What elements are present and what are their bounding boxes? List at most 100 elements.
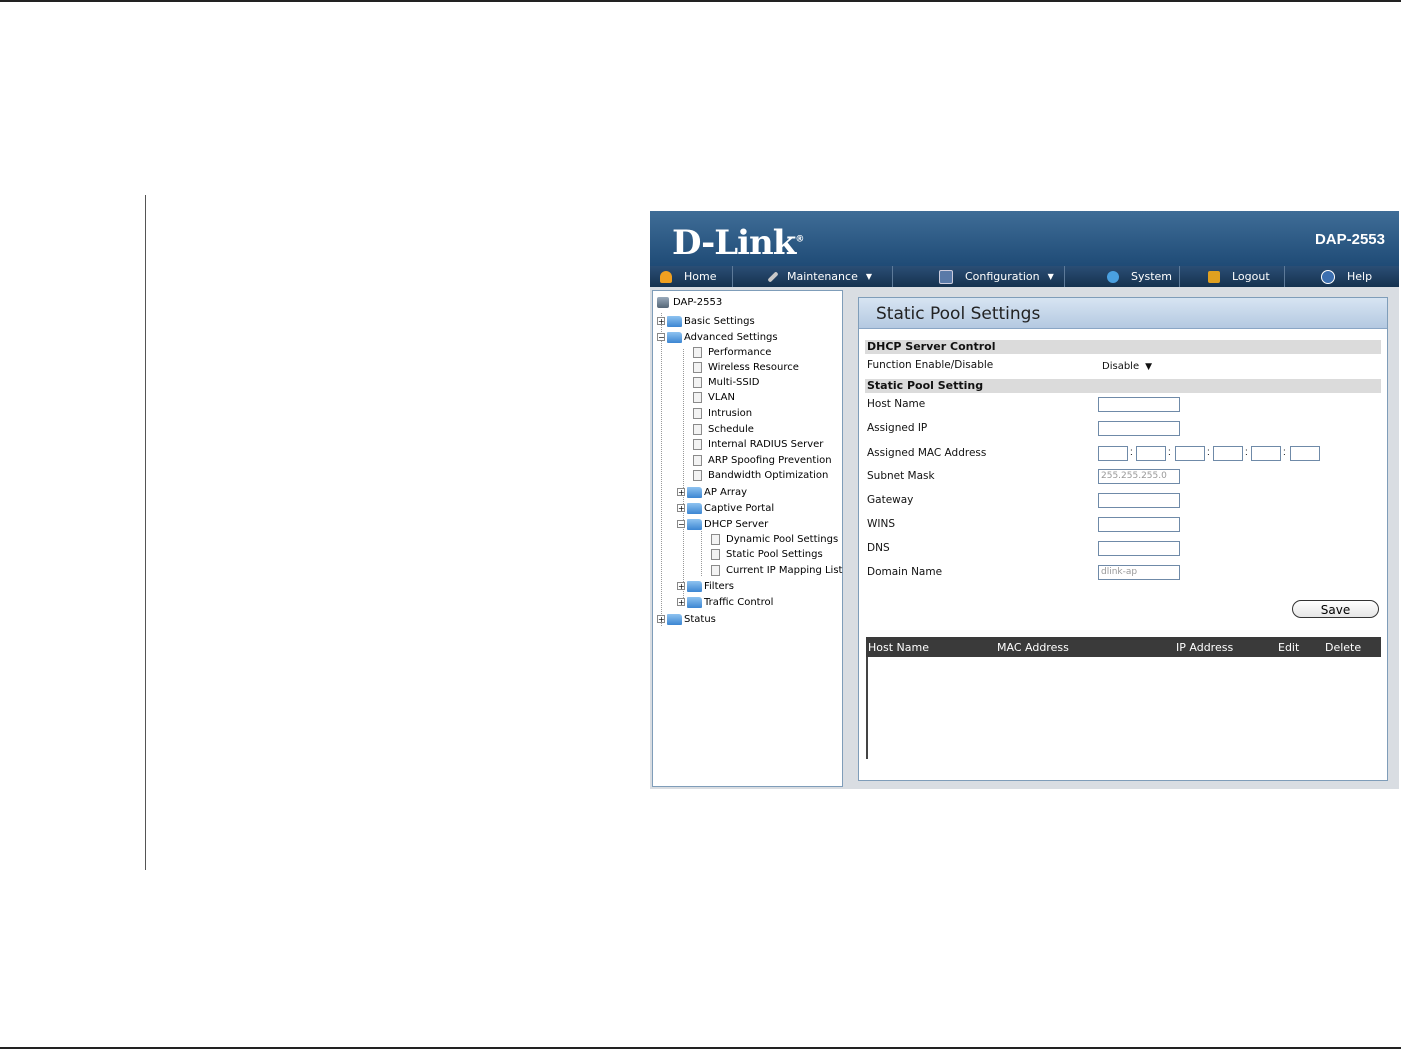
expand-icon[interactable]: +: [677, 488, 685, 497]
column-delete: Delete: [1325, 641, 1362, 654]
column-host-name: Host Name: [868, 641, 929, 654]
mac-separator: :: [1168, 447, 1171, 458]
top-menu: Home Maintenance ▼ Configuration ▼ System …: [650, 266, 1399, 287]
expand-icon[interactable]: +: [677, 582, 685, 591]
tree-basic-settings[interactable]: + Basic Settings: [657, 314, 755, 328]
tree-basic-label: Basic Settings: [684, 315, 755, 327]
host-name-label: Host Name: [867, 398, 926, 410]
mac-octet-1-input[interactable]: [1098, 446, 1128, 461]
tree-item-intrusion[interactable]: Intrusion: [693, 406, 752, 420]
menu-logout-label: Logout: [1232, 270, 1270, 283]
page-icon: [693, 391, 702, 403]
menu-configuration-label: Configuration: [965, 270, 1040, 283]
tree-item-label: Bandwidth Optimization: [708, 469, 829, 481]
navigation-tree: DAP-2553 + Basic Settings − Advanced Setti…: [652, 290, 843, 787]
function-select-value: Disable: [1102, 361, 1140, 372]
subnet-mask-input[interactable]: 255.255.255.0: [1098, 469, 1180, 484]
tree-ap-array[interactable]: + AP Array: [677, 485, 747, 499]
tree-captive-portal[interactable]: + Captive Portal: [677, 501, 774, 515]
help-icon: [1321, 269, 1335, 284]
tree-item-label: Performance: [708, 346, 772, 358]
mac-octet-5-input[interactable]: [1251, 446, 1281, 461]
tree-item-wireless-resource[interactable]: Wireless Resource: [693, 360, 799, 374]
floppy-disk-icon: [939, 269, 953, 284]
tree-item-schedule[interactable]: Schedule: [693, 422, 754, 436]
mac-separator: :: [1283, 447, 1286, 458]
folder-icon: [687, 486, 702, 498]
assigned-ip-label: Assigned IP: [867, 422, 928, 434]
folder-open-icon: [687, 518, 702, 530]
tree-item-label: Internal RADIUS Server: [708, 438, 824, 450]
menu-system-label: System: [1131, 270, 1173, 283]
tree-filters[interactable]: + Filters: [677, 579, 734, 593]
section-dhcp-server-control: DHCP Server Control: [865, 340, 1381, 354]
tree-item-bandwidth-optimization[interactable]: Bandwidth Optimization: [693, 468, 828, 482]
top-rule: [0, 0, 1401, 2]
tree-item-internal-radius-server[interactable]: Internal RADIUS Server: [693, 437, 823, 451]
folder-icon: [667, 315, 682, 327]
tree-item-vlan[interactable]: VLAN: [693, 390, 735, 404]
tree-item-current-ip-mapping-list[interactable]: Current IP Mapping List: [711, 563, 842, 577]
expand-icon[interactable]: +: [657, 615, 665, 624]
tree-ap-array-label: AP Array: [704, 486, 747, 498]
page-icon: [711, 564, 720, 576]
tree-status[interactable]: + Status: [657, 612, 716, 626]
dlink-web-ui-screenshot: D-Link® DAP-2553 Home Maintenance ▼ Confi…: [650, 211, 1399, 789]
menu-configuration[interactable]: Configuration ▼: [893, 266, 1065, 287]
page-icon: [693, 361, 702, 373]
tree-item-multi-ssid[interactable]: Multi-SSID: [693, 375, 759, 389]
tree-traffic-control-label: Traffic Control: [704, 596, 774, 608]
domain-name-input[interactable]: dlink-ap: [1098, 565, 1180, 580]
page-icon: [693, 438, 702, 450]
host-name-input[interactable]: [1098, 397, 1180, 412]
mac-octet-4-input[interactable]: [1213, 446, 1243, 461]
save-button[interactable]: Save: [1292, 600, 1379, 618]
tree-item-label: Multi-SSID: [708, 376, 760, 388]
mac-octet-6-input[interactable]: [1290, 446, 1320, 461]
header-banner: D-Link® DAP-2553: [650, 211, 1399, 266]
function-select[interactable]: Disable ▼: [1098, 359, 1155, 375]
page-icon: [693, 407, 702, 419]
chevron-down-icon: ▼: [1145, 362, 1152, 372]
page-icon: [693, 376, 702, 388]
tree-dhcp-server[interactable]: − DHCP Server: [677, 517, 768, 531]
expand-icon[interactable]: +: [677, 504, 685, 513]
column-ip-address: IP Address: [1176, 641, 1234, 654]
subnet-mask-label: Subnet Mask: [867, 470, 935, 482]
tree-item-arp-spoofing-prevention[interactable]: ARP Spoofing Prevention: [693, 453, 832, 467]
menu-maintenance[interactable]: Maintenance ▼: [733, 266, 893, 287]
page-icon: [711, 548, 720, 560]
dns-input[interactable]: [1098, 541, 1180, 556]
tree-item-dynamic-pool-settings[interactable]: Dynamic Pool Settings: [711, 532, 838, 546]
mac-separator: :: [1245, 447, 1248, 458]
tree-item-label: Intrusion: [708, 407, 753, 419]
tree-item-static-pool-settings[interactable]: Static Pool Settings: [711, 547, 823, 561]
mac-octet-3-input[interactable]: [1175, 446, 1205, 461]
collapse-icon[interactable]: −: [677, 520, 685, 529]
tree-item-label: Current IP Mapping List: [726, 564, 843, 576]
mac-octet-2-input[interactable]: [1136, 446, 1166, 461]
collapse-icon[interactable]: −: [657, 333, 665, 342]
tools-icon: [767, 270, 779, 283]
page-icon: [693, 423, 702, 435]
tree-dhcp-server-label: DHCP Server: [704, 518, 769, 530]
menu-logout[interactable]: Logout: [1180, 266, 1285, 287]
assigned-ip-input[interactable]: [1098, 421, 1180, 436]
menu-help[interactable]: Help: [1285, 266, 1399, 287]
tree-traffic-control[interactable]: + Traffic Control: [677, 595, 773, 609]
tree-advanced-settings[interactable]: − Advanced Settings: [657, 330, 778, 344]
gateway-input[interactable]: [1098, 493, 1180, 508]
folder-icon: [687, 580, 702, 592]
tree-root[interactable]: DAP-2553: [657, 295, 722, 309]
expand-icon[interactable]: +: [677, 598, 685, 607]
tree-item-label: Static Pool Settings: [726, 548, 823, 560]
tree-item-label: VLAN: [708, 391, 735, 403]
menu-home[interactable]: Home: [650, 266, 733, 287]
expand-icon[interactable]: +: [657, 317, 665, 326]
tree-item-performance[interactable]: Performance: [693, 345, 771, 359]
section-static-pool-setting: Static Pool Setting: [865, 379, 1381, 393]
folder-open-icon: [667, 331, 682, 343]
folder-icon: [667, 613, 682, 625]
wins-input[interactable]: [1098, 517, 1180, 532]
menu-system[interactable]: System: [1065, 266, 1180, 287]
